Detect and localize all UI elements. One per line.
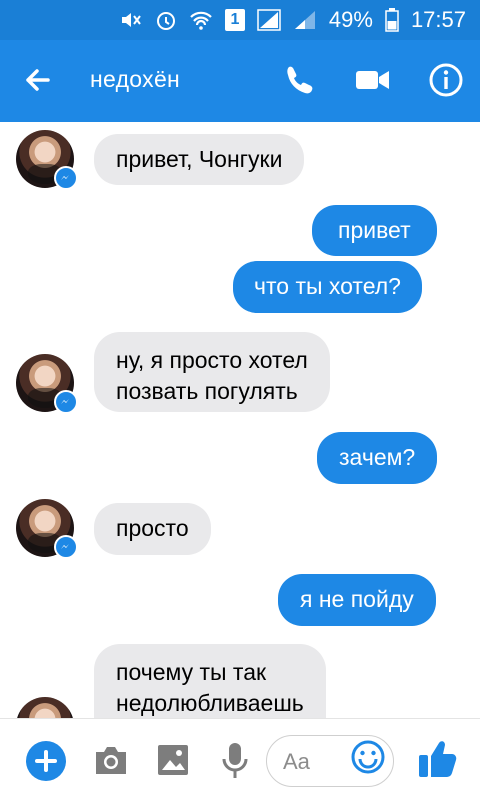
signal-1-icon: [257, 9, 281, 31]
messenger-badge-icon: [54, 390, 78, 414]
message-bubble-incoming[interactable]: почему ты так недолюбливаешь: [94, 644, 326, 718]
contact-avatar[interactable]: [16, 354, 78, 414]
message-text-line: ну, я просто хотел: [116, 347, 308, 373]
plus-icon[interactable]: [26, 741, 66, 781]
wifi-icon: [189, 9, 213, 31]
message-bubble-incoming[interactable]: просто: [94, 503, 211, 555]
battery-icon: [385, 8, 399, 32]
microphone-icon[interactable]: [220, 741, 250, 781]
message-bubble-outgoing[interactable]: что ты хотел?: [233, 261, 422, 313]
emoji-icon[interactable]: [350, 739, 386, 775]
contact-avatar[interactable]: [16, 130, 78, 190]
video-call-icon[interactable]: [350, 60, 394, 100]
message-text: зачем?: [339, 444, 416, 470]
message-text: я не пойду: [300, 586, 414, 612]
phone-call-icon[interactable]: [280, 60, 320, 100]
message-text: просто: [116, 515, 189, 541]
contact-name[interactable]: недохён: [90, 66, 180, 93]
back-arrow-icon[interactable]: [18, 60, 58, 100]
status-bar: 1 49% 17:57: [0, 0, 480, 40]
message-list[interactable]: привет, Чонгуки привет что ты хотел? ну,…: [0, 122, 480, 718]
signal-2-icon: [293, 9, 317, 31]
message-text-line: недолюбливаешь: [116, 690, 304, 716]
message-text-line: почему ты так: [116, 659, 267, 685]
message-bubble-incoming[interactable]: привет, Чонгуки: [94, 134, 305, 185]
gallery-icon[interactable]: [156, 743, 190, 777]
camera-icon[interactable]: [92, 743, 130, 777]
messenger-badge-icon: [54, 535, 78, 559]
message-bubble-outgoing[interactable]: зачем?: [317, 432, 438, 484]
message-bubble-incoming[interactable]: ну, я просто хотел позвать погулять: [94, 332, 330, 412]
message-bubble-outgoing[interactable]: привет: [312, 205, 437, 256]
info-icon[interactable]: [424, 58, 468, 102]
clock: 17:57: [410, 7, 466, 32]
battery-percent: 49%: [328, 7, 373, 32]
message-text: что ты хотел?: [254, 273, 401, 299]
message-composer: Aa: [0, 718, 480, 801]
mute-icon: [119, 9, 143, 31]
thumbs-up-icon[interactable]: [416, 737, 458, 781]
message-text-line: позвать погулять: [116, 378, 298, 404]
contact-avatar[interactable]: [16, 499, 78, 559]
contact-avatar[interactable]: [16, 697, 74, 718]
chat-header: недохён: [0, 40, 480, 122]
message-bubble-outgoing[interactable]: я не пойду: [278, 574, 436, 626]
messenger-badge-icon: [54, 166, 78, 190]
alarm-icon: [155, 9, 177, 31]
message-text: привет: [338, 217, 411, 243]
message-input-placeholder: Aa: [283, 749, 310, 774]
message-text: привет, Чонгуки: [116, 146, 283, 172]
sim-indicator: 1: [224, 9, 245, 31]
